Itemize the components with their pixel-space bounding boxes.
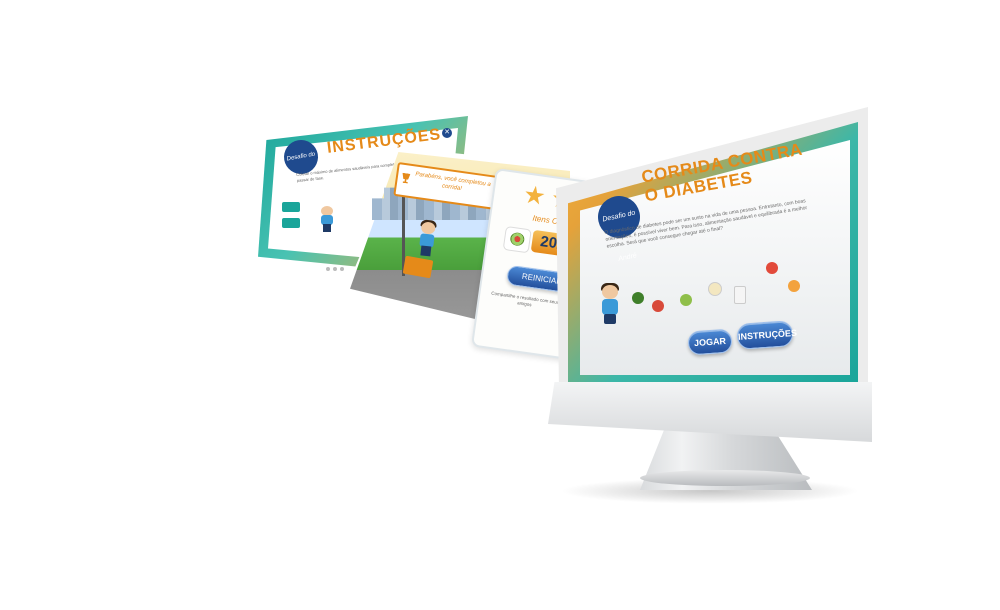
trophy-icon <box>401 173 410 184</box>
instructions-button[interactable]: INSTRUÇÕES <box>736 320 797 350</box>
star-icon <box>523 184 546 207</box>
runner-character <box>414 219 440 259</box>
pagination-dots[interactable] <box>326 258 356 271</box>
strawberry-icon <box>766 262 778 274</box>
broccoli-icon <box>632 292 644 304</box>
finish-message: Parabéns, você completou a corrida! <box>414 171 492 193</box>
orange-icon <box>788 280 800 292</box>
promo-scene: Desafio do André INSTRUÇÕES ✕ Coletar o … <box>0 0 1000 610</box>
tomato-icon <box>652 300 664 312</box>
milk-icon <box>734 286 746 304</box>
runner-illustration <box>318 206 336 232</box>
instruction-tile-icon <box>282 202 300 212</box>
instruction-tile-icon <box>282 218 300 228</box>
player-character <box>598 283 622 325</box>
monitor-chin <box>548 382 872 442</box>
guava-icon <box>502 225 532 254</box>
monitor-stand-base <box>640 470 810 486</box>
close-icon[interactable]: ✕ <box>442 128 452 138</box>
egg-icon <box>708 282 722 296</box>
play-button[interactable]: JOGAR <box>687 328 733 356</box>
kiwi-icon <box>680 294 692 306</box>
share-text: Compartilhe o resultado com seus amigos <box>491 290 560 308</box>
